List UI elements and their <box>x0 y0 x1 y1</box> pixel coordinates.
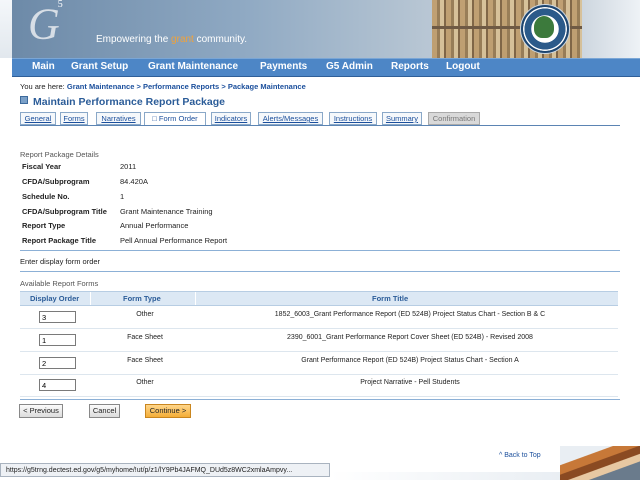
breadcrumb-prefix: You are here: <box>20 82 65 91</box>
form-title: Grant Performance Report (ED 524B) Proje… <box>301 357 519 364</box>
col-sep <box>195 292 196 305</box>
continue-button[interactable]: Continue > <box>145 404 191 418</box>
tab-alerts-messages[interactable]: Alerts/Messages <box>258 112 323 125</box>
status-bar-url: https://g5trng.dectest.ed.gov/g5/myhome/… <box>0 463 330 477</box>
form-title: 2390_6001_Grant Performance Report Cover… <box>287 334 533 341</box>
form-type: Other <box>136 379 154 386</box>
table-row: Face Sheet Grant Performance Report (ED … <box>20 352 618 375</box>
previous-button[interactable]: < Previous <box>19 404 63 418</box>
back-to-top-link[interactable]: ^ Back to Top <box>499 452 541 459</box>
nav-main[interactable]: Main <box>32 61 55 72</box>
divider <box>20 271 620 272</box>
form-type: Other <box>136 311 154 318</box>
nav-grant-maintenance[interactable]: Grant Maintenance <box>148 61 238 72</box>
tab-narratives[interactable]: Narratives <box>96 112 141 125</box>
breadcrumb-package-maintenance[interactable]: Package Maintenance <box>228 82 306 91</box>
col-form-title: Form Title <box>372 294 409 303</box>
tab-summary[interactable]: Summary <box>382 112 422 125</box>
header-banner: G5 Empowering the grant community. <box>0 0 640 58</box>
nav-logout[interactable]: Logout <box>446 61 480 72</box>
col-display-order: Display Order <box>30 294 80 303</box>
page-title: Maintain Performance Report Package <box>20 96 225 108</box>
nav-grant-setup[interactable]: Grant Setup <box>71 61 128 72</box>
cancel-button[interactable]: Cancel <box>89 404 120 418</box>
main-nav: Main Grant Setup Grant Maintenance Payme… <box>12 58 640 77</box>
title-bullet-icon <box>20 96 28 104</box>
table-row: Other Project Narrative - Pell Students <box>20 374 618 397</box>
instructions-text: Enter display form order <box>20 257 101 266</box>
display-order-input[interactable] <box>39 311 76 323</box>
tab-divider <box>20 125 620 126</box>
tab-form-order[interactable]: □ Form Order <box>144 112 206 126</box>
tab-general[interactable]: General <box>20 112 56 125</box>
divider <box>20 399 620 400</box>
tab-indicators[interactable]: Indicators <box>211 112 251 125</box>
tab-instructions[interactable]: Instructions <box>329 112 377 125</box>
forms-table-header: Display Order Form Type Form Title <box>20 291 618 306</box>
banner-fade <box>582 0 640 58</box>
table-row: Face Sheet 2390_6001_Grant Performance R… <box>20 329 618 352</box>
col-sep <box>90 292 91 305</box>
tagline: Empowering the grant community. <box>96 34 248 45</box>
display-order-input[interactable] <box>39 379 76 391</box>
seal-tree-icon <box>534 16 554 38</box>
nav-g5-admin[interactable]: G5 Admin <box>326 61 373 72</box>
details-section-label: Report Package Details <box>20 150 99 159</box>
form-title: Project Narrative - Pell Students <box>360 379 460 386</box>
footer-stripe <box>330 472 560 480</box>
display-order-input[interactable] <box>39 334 76 346</box>
breadcrumb-sep: > <box>221 82 226 91</box>
form-type: Face Sheet <box>127 334 163 341</box>
tab-confirmation: Confirmation <box>428 112 480 125</box>
form-type: Face Sheet <box>127 357 163 364</box>
breadcrumb-grant-maintenance[interactable]: Grant Maintenance <box>67 82 135 91</box>
nav-payments[interactable]: Payments <box>260 61 307 72</box>
col-form-type: Form Type <box>123 294 161 303</box>
forms-section-label: Available Report Forms <box>20 279 99 288</box>
breadcrumb-performance-reports[interactable]: Performance Reports <box>143 82 219 91</box>
breadcrumb-sep: > <box>136 82 141 91</box>
form-title: 1852_6003_Grant Performance Report (ED 5… <box>274 311 546 318</box>
breadcrumb: You are here: Grant Maintenance > Perfor… <box>20 82 306 91</box>
footer-photo <box>560 446 640 480</box>
display-order-input[interactable] <box>39 357 76 369</box>
tab-checkbox-icon: □ <box>152 114 159 123</box>
table-row: Other 1852_6003_Grant Performance Report… <box>20 306 618 329</box>
divider <box>20 250 620 251</box>
nav-reports[interactable]: Reports <box>391 61 429 72</box>
tab-forms[interactable]: Forms <box>60 112 88 125</box>
